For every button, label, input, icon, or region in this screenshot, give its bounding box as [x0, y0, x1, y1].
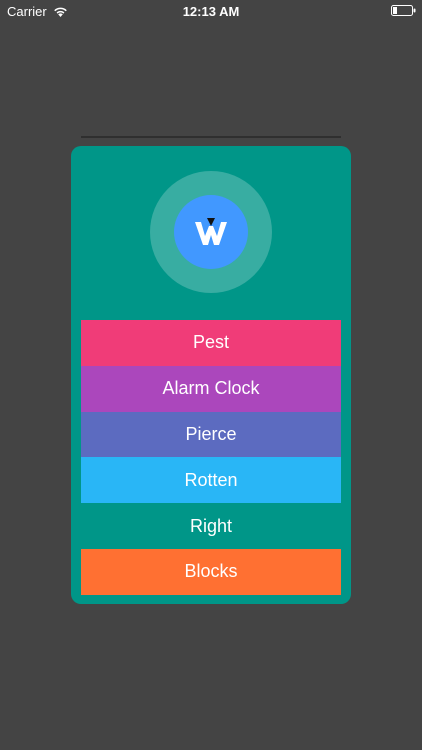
- menu-item-label: Right: [189, 515, 233, 536]
- menu-item-label: Rotten: [184, 469, 238, 490]
- avatar-ring: [150, 171, 272, 293]
- menu-item-rotten[interactable]: Rotten: [81, 457, 341, 504]
- menu-item-alarm-clock[interactable]: Alarm Clock: [81, 365, 341, 412]
- menu-list: Pest Alarm Clock Pierce Rotten Right Blocks: [81, 320, 341, 595]
- menu-item-right[interactable]: Right: [81, 503, 341, 549]
- w-logo-icon: [195, 218, 227, 245]
- menu-item-blocks[interactable]: Blocks: [81, 548, 341, 595]
- menu-item-label: Pierce: [185, 423, 237, 444]
- battery-icon: [391, 5, 416, 16]
- menu-item-label: Alarm Clock: [162, 378, 260, 399]
- menu-item-label: Pest: [192, 332, 230, 353]
- menu-item-label: Blocks: [184, 561, 238, 582]
- avatar[interactable]: [174, 195, 248, 269]
- menu-item-pierce[interactable]: Pierce: [81, 411, 341, 458]
- status-bar: Carrier 12:13 AM: [0, 0, 422, 22]
- divider: [81, 136, 341, 138]
- menu-card: Pest Alarm Clock Pierce Rotten Right Blocks: [71, 146, 351, 604]
- status-time: 12:13 AM: [182, 4, 240, 19]
- menu-item-pest[interactable]: Pest: [81, 320, 341, 366]
